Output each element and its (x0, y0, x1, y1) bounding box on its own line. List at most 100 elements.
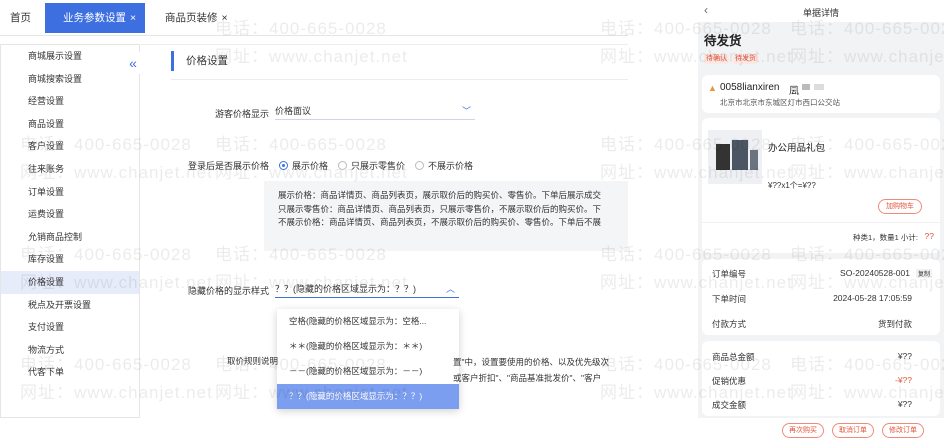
order-info-card: 订单编号 SO-20240528-001 复制 下单时间 2024-05-28 … (702, 259, 940, 335)
sidebar-item[interactable]: 商城搜索设置 (1, 68, 139, 91)
location-icon: ▲ (708, 83, 717, 93)
note-line: 只展示零售价：商品详情页、商品列表页，只展示零售价，不展示取价后的购买价。下 (278, 203, 602, 214)
radio-checked-icon (279, 161, 288, 170)
action-bar: 再次购买 取消订单 修改订单 (698, 418, 944, 442)
sidebar-item[interactable]: 商城展示设置 (1, 45, 139, 68)
customer-name-tail: 凨 (789, 86, 799, 97)
product-price: ¥??x1个=¥?? (768, 181, 816, 190)
divider (702, 222, 940, 223)
option-dash[interactable]: －－(隐藏的价格区域显示为：－－) (277, 359, 459, 384)
tab-product-decor[interactable]: 商品页装修 × (165, 3, 228, 33)
mobile-header: ‹ 单据详情 (698, 0, 944, 22)
radio-label: 只展示零售价 (351, 161, 406, 171)
deal-label: 成交金额 (712, 400, 747, 410)
hidden-price-style-label: 隐藏价格的显示样式 (187, 286, 269, 296)
copy-button[interactable]: 复制 (915, 269, 932, 278)
option-asterisk[interactable]: ＊＊(隐藏的价格区域显示为：＊＊) (277, 334, 459, 359)
total-label: 商品总金额 (712, 352, 755, 362)
masked-phone (814, 84, 824, 90)
mobile-order-detail: ‹ 单据详情 待发货 待确认 待发货 ▲ 0058lianxiren 凨 北京市北… (698, 0, 944, 442)
section-title: 价格设置 (171, 51, 228, 71)
radio-unchecked-icon (415, 161, 425, 170)
divider (171, 79, 628, 80)
chevron-down-icon: ﹀ (461, 106, 471, 116)
settings-sidebar: 商城展示设置 商城搜索设置 经营设置 商品设置 客户设置 往来账务 订单设置 运费设置 允销商品… (0, 44, 140, 418)
amount-card: 商品总金额 ¥?? 促销优惠 -¥?? 成交金额 ¥?? (702, 341, 940, 416)
sidebar-item[interactable]: 物流方式 (1, 339, 139, 362)
login-price-radio-group: 展示价格 只展示零售价 不展示价格 (279, 159, 473, 172)
product-card: 办公用品礼包 ¥??x1个=¥?? 加购物车 种类1，数量1 小计: ?? (702, 118, 940, 253)
sidebar-item[interactable]: 往来账务 (1, 158, 139, 181)
product-image[interactable] (708, 130, 762, 184)
pay-label: 付款方式 (712, 319, 747, 329)
deal-amount: ¥?? (897, 399, 912, 409)
status-badge: 待发货 (733, 54, 758, 64)
tab-label: 商品页装修 (165, 12, 218, 24)
page-title: 单据详情 (802, 8, 839, 18)
sidebar-item[interactable]: 运费设置 (1, 203, 139, 226)
price-rule-label: 取价规则说明 (227, 356, 279, 366)
rule-text: 或客户折扣"、"商品基准批发价"、"客户 (453, 373, 602, 383)
radio-hide-price[interactable]: 不展示价格 (415, 159, 473, 172)
tab-label: 业务参数设置 (63, 12, 126, 24)
chevron-up-icon: ︿ (445, 284, 455, 294)
time-label: 下单时间 (712, 294, 747, 304)
edit-order-button[interactable]: 修改订单 (882, 423, 924, 438)
customer-name: 0058lianxiren (720, 82, 780, 93)
sidebar-item[interactable]: 价格设置 (1, 270, 139, 294)
radio-label: 展示价格 (292, 161, 329, 171)
guest-price-label: 游客价格显示 (214, 109, 269, 119)
note-line: 展示价格：商品详情页、商品列表页，展示取价后的购买价、零售价。下单后展示成交 (278, 190, 602, 200)
product-name: 办公用品礼包 (768, 143, 826, 154)
hidden-style-dropdown: 空格(隐藏的价格区域显示为：空格... ＊＊(隐藏的价格区域显示为：＊＊) －－… (277, 309, 459, 409)
promo-label: 促销优惠 (712, 376, 747, 386)
radio-show-price[interactable]: 展示价格 (279, 159, 328, 172)
radio-label: 不展示价格 (428, 161, 474, 171)
login-price-label: 登录后是否展示价格 (187, 161, 269, 171)
address-card[interactable]: ▲ 0058lianxiren 凨 北京市北京市东城区灯市西口公交站 (702, 75, 940, 113)
total-amount: ¥?? (897, 351, 912, 361)
rule-text: 置"中，设置要使用的价格、以及优先级次 (453, 357, 610, 367)
summary-text: 种类1，数量1 小计: (852, 233, 918, 242)
sidebar-item[interactable]: 经营设置 (1, 90, 139, 113)
order-time: 2024-05-28 17:05:59 (833, 293, 912, 303)
sidebar-item[interactable]: 允销商品控制 (1, 226, 139, 249)
hidden-price-style-value: ？？(隐藏的价格区域显示为：？？) (275, 284, 416, 294)
tab-business-params[interactable]: 业务参数设置 × (45, 3, 145, 33)
sidebar-item[interactable]: 库存设置 (1, 248, 139, 271)
customer-address: 北京市北京市东城区灯市西口公交站 (720, 98, 840, 107)
status-badge: 待确认 (704, 54, 729, 64)
option-question[interactable]: ？？(隐藏的价格区域显示为：？？) (277, 384, 459, 409)
sidebar-item[interactable]: 税点及开票设置 (1, 294, 139, 317)
guest-price-select[interactable]: 价格面议 ﹀ (275, 102, 475, 120)
status-badges: 待确认 待发货 (704, 52, 762, 64)
sidebar-item[interactable]: 商品设置 (1, 113, 139, 136)
collapse-sidebar-icon[interactable]: « (126, 52, 140, 74)
pay-method: 货到付款 (877, 319, 912, 329)
hidden-price-style-select[interactable]: ？？(隐藏的价格区域显示为：？？) ︿ (275, 280, 459, 298)
tab-bar: 首页 业务参数设置 × 商品页装修 × (0, 0, 628, 36)
radio-unchecked-icon (338, 161, 348, 170)
tab-home[interactable]: 首页 (10, 3, 31, 33)
rebuy-button[interactable]: 再次购买 (782, 423, 824, 438)
sidebar-item[interactable]: 支付设置 (1, 316, 139, 339)
close-icon[interactable]: × (130, 12, 136, 24)
masked-phone (802, 84, 810, 90)
radio-retail-only[interactable]: 只展示零售价 (338, 159, 405, 172)
add-cart-button[interactable]: 加购物车 (878, 199, 922, 214)
price-note-box: 展示价格：商品详情页、商品列表页，展示取价后的购买价、零售价。下单后展示成交 只… (264, 181, 628, 251)
close-icon[interactable]: × (222, 12, 228, 24)
option-space[interactable]: 空格(隐藏的价格区域显示为：空格... (277, 309, 459, 334)
order-status: 待发货 (704, 34, 742, 48)
summary-subtotal: ?? (924, 231, 934, 241)
note-line: 不展示价格：商品详情页、商品列表页，不展示取价后的购买价、零售价。下单后不展 (278, 217, 602, 227)
sidebar-item[interactable]: 代客下单 (1, 361, 139, 384)
sidebar-item[interactable]: 订单设置 (1, 181, 139, 204)
order-no-label: 订单编号 (712, 269, 747, 279)
sidebar-item[interactable]: 客户设置 (1, 135, 139, 158)
promo-amount: -¥?? (894, 375, 912, 385)
cancel-order-button[interactable]: 取消订单 (832, 423, 874, 438)
price-settings-panel: 价格设置 游客价格显示 价格面议 ﹀ 登录后是否展示价格 展示价格 只展示零售价 … (141, 44, 628, 418)
guest-price-value: 价格面议 (275, 106, 312, 116)
order-no: SO-20240528-001 (840, 268, 910, 278)
